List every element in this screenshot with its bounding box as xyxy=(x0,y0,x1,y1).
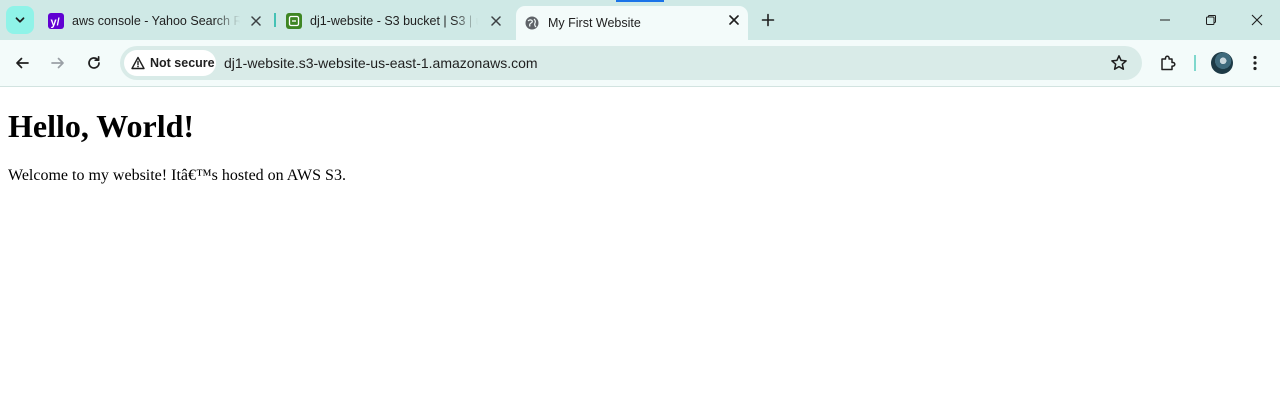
tab-title: aws console - Yahoo Search Res xyxy=(72,14,240,28)
bookmark-star-icon[interactable] xyxy=(1110,54,1128,72)
web-page-content: Hello, World! Welcome to my website! Itâ… xyxy=(8,87,1280,418)
tab-search-button[interactable] xyxy=(6,6,34,34)
tab-title: My First Website xyxy=(548,16,641,30)
close-tab-icon[interactable] xyxy=(248,13,264,29)
arrow-right-icon xyxy=(51,57,64,69)
reload-button[interactable] xyxy=(80,49,108,77)
close-tab-icon[interactable] xyxy=(488,13,504,29)
minimize-button[interactable] xyxy=(1142,4,1188,36)
tab-yahoo-search[interactable]: y/ aws console - Yahoo Search Res xyxy=(40,6,270,36)
arrow-left-icon xyxy=(16,57,29,69)
minimize-icon xyxy=(1160,19,1170,21)
url-text[interactable]: dj1-website.s3-website-us-east-1.amazona… xyxy=(224,46,538,80)
restore-button[interactable] xyxy=(1188,4,1234,36)
close-tab-icon[interactable] xyxy=(726,12,742,28)
plus-icon xyxy=(761,13,775,27)
svg-text:y/: y/ xyxy=(51,17,60,29)
forward-button[interactable] xyxy=(44,49,72,77)
warning-triangle-icon xyxy=(131,56,145,70)
browser-toolbar: Not secure dj1-website.s3-website-us-eas… xyxy=(0,40,1280,86)
close-icon xyxy=(1251,14,1263,26)
tab-my-first-website[interactable]: My First Website xyxy=(516,6,748,40)
browser-menu-button[interactable] xyxy=(1244,52,1266,74)
puzzle-piece-icon xyxy=(1161,55,1176,71)
security-chip[interactable]: Not secure xyxy=(124,50,216,76)
tab-s3-bucket[interactable]: dj1-website - S3 bucket | S3 | us-east-1 xyxy=(278,6,510,36)
close-window-button[interactable] xyxy=(1234,4,1280,36)
restore-icon xyxy=(1206,15,1216,25)
security-chip-label: Not secure xyxy=(150,56,215,70)
active-tab-indicator xyxy=(616,0,664,2)
extensions-button[interactable] xyxy=(1156,51,1180,75)
back-button[interactable] xyxy=(8,49,36,77)
reload-icon xyxy=(88,55,100,69)
chevron-down-icon xyxy=(15,17,25,23)
yahoo-favicon-icon: y/ xyxy=(48,13,64,29)
tab-separator xyxy=(274,13,276,27)
tab-title: dj1-website - S3 bucket | S3 | us-east-1 xyxy=(310,14,478,28)
more-vertical-icon xyxy=(1253,55,1257,71)
aws-s3-favicon-icon xyxy=(286,13,302,29)
tab-strip: y/ aws console - Yahoo Search Res dj1-we… xyxy=(0,0,1280,40)
new-tab-button[interactable] xyxy=(757,9,779,31)
toolbar-separator xyxy=(1194,55,1196,71)
page-paragraph: Welcome to my website! Itâ€™s hosted on … xyxy=(8,167,346,184)
address-bar[interactable]: Not secure dj1-website.s3-website-us-eas… xyxy=(120,46,1142,80)
page-heading: Hello, World! xyxy=(8,108,195,144)
profile-avatar[interactable] xyxy=(1211,52,1233,74)
globe-icon xyxy=(524,15,540,31)
